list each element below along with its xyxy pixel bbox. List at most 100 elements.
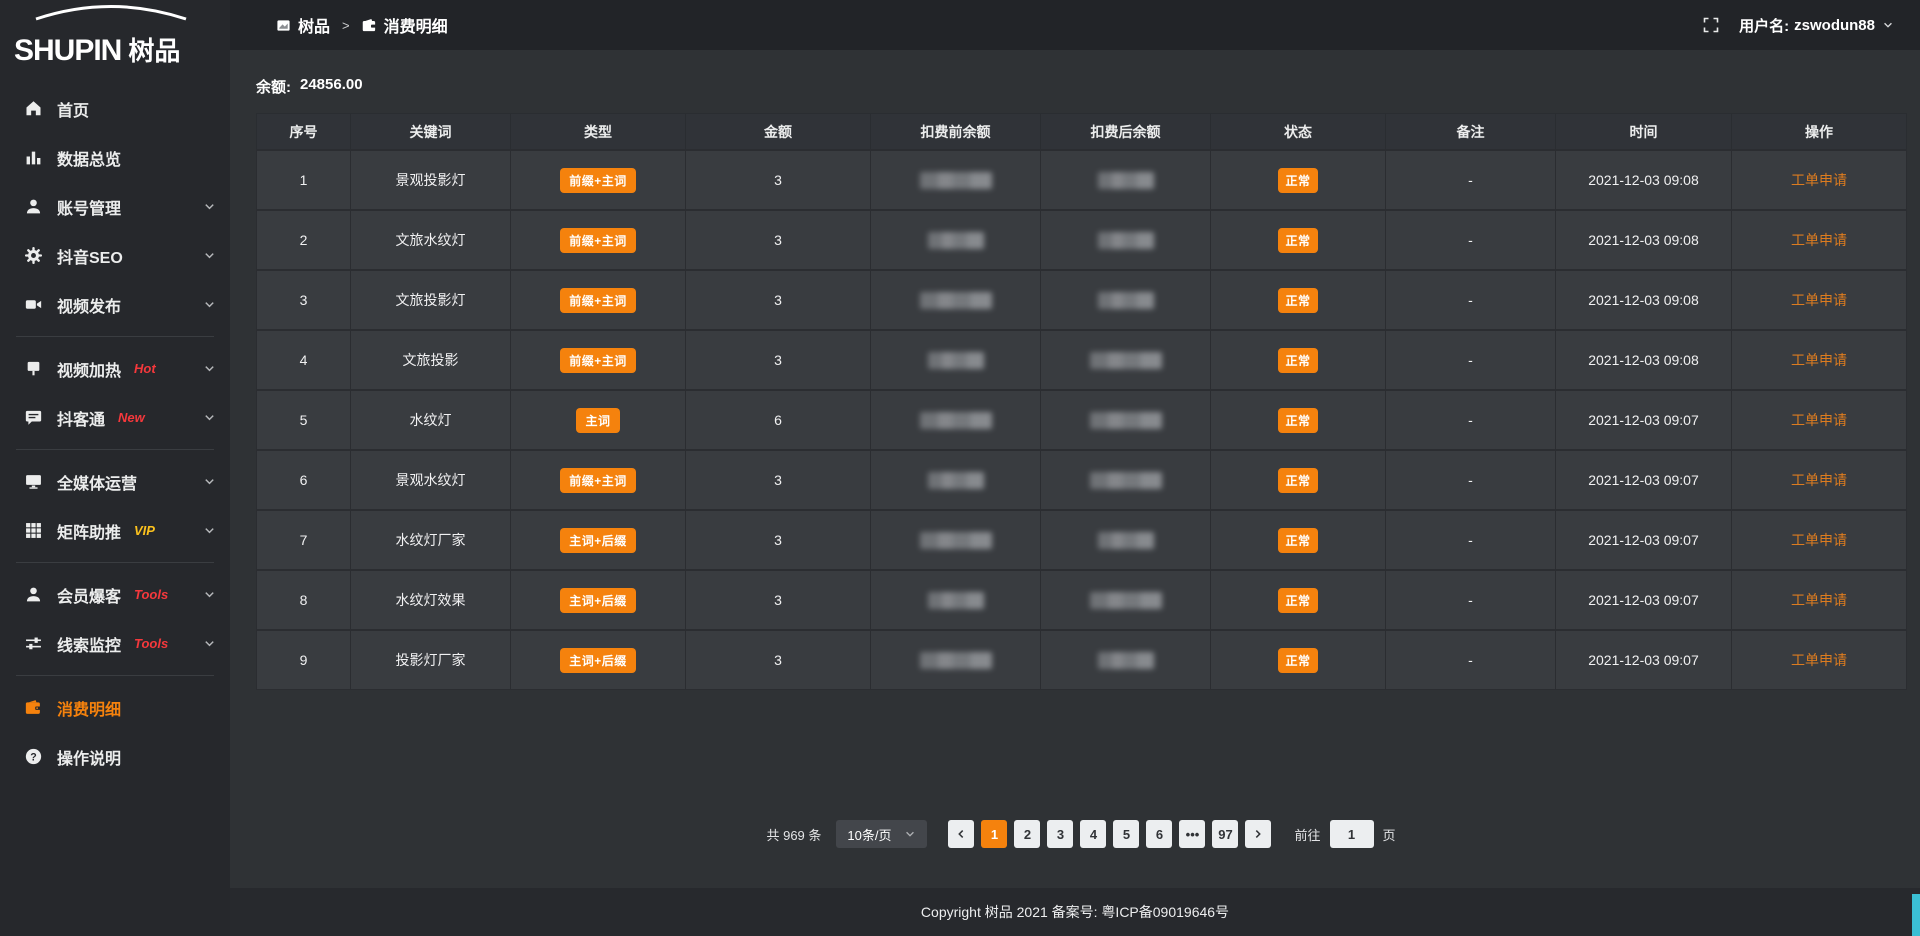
sidebar-item-consumption-detail[interactable]: 消费明细 xyxy=(0,683,230,732)
cell-status: 正常 xyxy=(1211,330,1386,390)
cell-status: 正常 xyxy=(1211,630,1386,690)
sidebar-item-account[interactable]: 账号管理 xyxy=(0,182,230,231)
page-button-97[interactable]: 97 xyxy=(1212,820,1238,848)
page-button-1[interactable]: 1 xyxy=(981,820,1007,848)
cell-pre-balance xyxy=(871,330,1041,390)
cell-action: 工单申请 xyxy=(1732,330,1907,390)
cell-status: 正常 xyxy=(1211,570,1386,630)
page-ellipsis-button[interactable]: ••• xyxy=(1179,820,1205,848)
divider xyxy=(16,449,214,450)
type-badge: 前缀+主词 xyxy=(560,348,636,373)
sidebar-item-label: 视频加热 xyxy=(57,357,121,381)
fullscreen-icon[interactable] xyxy=(1703,17,1719,33)
sidebar-item-instructions[interactable]: ? 操作说明 xyxy=(0,732,230,781)
work-order-link[interactable]: 工单申请 xyxy=(1791,532,1847,548)
sidebar-item-douyin-seo[interactable]: 抖音SEO xyxy=(0,231,230,280)
page-button-2[interactable]: 2 xyxy=(1014,820,1040,848)
sidebar-item-member-burst[interactable]: 会员爆客 Tools xyxy=(0,570,230,619)
sidebar-item-home[interactable]: 首页 xyxy=(0,84,230,133)
scrollbar-thumb[interactable] xyxy=(1912,894,1920,936)
work-order-link[interactable]: 工单申请 xyxy=(1791,172,1847,188)
page-button-6[interactable]: 6 xyxy=(1146,820,1172,848)
type-badge: 主词 xyxy=(576,408,619,433)
work-order-link[interactable]: 工单申请 xyxy=(1791,472,1847,488)
cell-note: - xyxy=(1386,630,1556,690)
cell-note: - xyxy=(1386,210,1556,270)
work-order-link[interactable]: 工单申请 xyxy=(1791,232,1847,248)
page-size-select[interactable]: 10条/页 xyxy=(836,820,927,848)
cell-post-balance xyxy=(1041,270,1211,330)
breadcrumb-item-current[interactable]: 消费明细 xyxy=(362,13,448,37)
question-icon: ? xyxy=(24,748,42,766)
sidebar-item-matrix-boost[interactable]: 矩阵助推 VIP xyxy=(0,506,230,555)
cell-post-balance xyxy=(1041,630,1211,690)
cell-type: 前缀+主词 xyxy=(511,150,686,210)
page-button-3[interactable]: 3 xyxy=(1047,820,1073,848)
cell-type: 主词+后缀 xyxy=(511,630,686,690)
home-icon xyxy=(24,100,42,118)
status-badge: 正常 xyxy=(1278,528,1317,553)
cell-amount: 3 xyxy=(686,450,871,510)
type-badge: 主词+后缀 xyxy=(560,588,636,613)
work-order-link[interactable]: 工单申请 xyxy=(1791,292,1847,308)
cell-note: - xyxy=(1386,150,1556,210)
sliders-icon xyxy=(24,635,42,653)
content-area: 余额: 24856.00 序号 关键词 类型 金额 扣费前余额 扣费 xyxy=(230,50,1920,888)
work-order-link[interactable]: 工单申请 xyxy=(1791,352,1847,368)
next-page-button[interactable] xyxy=(1245,820,1271,848)
sidebar-item-all-media[interactable]: 全媒体运营 xyxy=(0,457,230,506)
cell-status: 正常 xyxy=(1211,390,1386,450)
table-row: 3 文旅投影灯 前缀+主词 3 正常 - 2021-12-03 09:08 工单… xyxy=(257,270,1907,330)
type-badge: 主词+后缀 xyxy=(560,648,636,673)
sidebar-item-lead-monitor[interactable]: 线索监控 Tools xyxy=(0,619,230,668)
sidebar-item-douketong[interactable]: 抖客通 New xyxy=(0,393,230,442)
video-heat-icon xyxy=(24,360,42,378)
bar-chart-icon xyxy=(24,149,42,167)
page-button-4[interactable]: 4 xyxy=(1080,820,1106,848)
sidebar-item-label: 抖音SEO xyxy=(57,244,123,268)
masked-balance xyxy=(1090,352,1162,369)
user-menu[interactable]: 用户名: zswodun88 xyxy=(1739,15,1894,36)
member-icon xyxy=(24,586,42,604)
cell-pre-balance xyxy=(871,450,1041,510)
copyright-text: Copyright 树品 2021 备案号: 粤ICP备09019646号 xyxy=(921,902,1229,922)
cell-note: - xyxy=(1386,450,1556,510)
breadcrumb-item-root[interactable]: 树品 xyxy=(276,13,330,37)
prev-page-button[interactable] xyxy=(948,820,974,848)
work-order-link[interactable]: 工单申请 xyxy=(1791,652,1847,668)
cell-keyword: 水纹灯厂家 xyxy=(351,510,511,570)
topbar-right: 用户名: zswodun88 xyxy=(1703,15,1894,36)
sidebar-item-label: 数据总览 xyxy=(57,146,121,170)
vip-badge: VIP xyxy=(134,523,155,538)
work-order-link[interactable]: 工单申请 xyxy=(1791,592,1847,608)
cell-action: 工单申请 xyxy=(1732,150,1907,210)
wallet-icon xyxy=(24,699,42,717)
divider xyxy=(16,675,214,676)
app-logo[interactable]: SHUPIN 树品 xyxy=(0,0,230,74)
col-header-action: 操作 xyxy=(1732,114,1907,151)
col-header-keyword: 关键词 xyxy=(351,114,511,151)
chevron-down-icon xyxy=(203,362,216,375)
work-order-link[interactable]: 工单申请 xyxy=(1791,412,1847,428)
sidebar-item-video-heat[interactable]: 视频加热 Hot xyxy=(0,344,230,393)
cell-pre-balance xyxy=(871,150,1041,210)
page-button-5[interactable]: 5 xyxy=(1113,820,1139,848)
sidebar-item-data-overview[interactable]: 数据总览 xyxy=(0,133,230,182)
cell-index: 5 xyxy=(257,390,351,450)
chevron-down-icon xyxy=(203,298,216,311)
sidebar-item-video-publish[interactable]: 视频发布 xyxy=(0,280,230,329)
cell-action: 工单申请 xyxy=(1732,210,1907,270)
status-badge: 正常 xyxy=(1278,288,1317,313)
cell-time: 2021-12-03 09:08 xyxy=(1556,330,1732,390)
goto-page-input[interactable] xyxy=(1330,820,1374,848)
cell-status: 正常 xyxy=(1211,270,1386,330)
status-badge: 正常 xyxy=(1278,348,1317,373)
cell-post-balance xyxy=(1041,510,1211,570)
video-camera-icon xyxy=(24,296,42,314)
table-row: 5 水纹灯 主词 6 正常 - 2021-12-03 09:07 工单申请 xyxy=(257,390,1907,450)
grid-icon xyxy=(24,522,42,540)
masked-balance xyxy=(920,172,992,189)
tools-badge: Tools xyxy=(134,587,168,602)
cell-post-balance xyxy=(1041,210,1211,270)
sidebar: SHUPIN 树品 首页 数据总览 账号管理 xyxy=(0,0,230,936)
